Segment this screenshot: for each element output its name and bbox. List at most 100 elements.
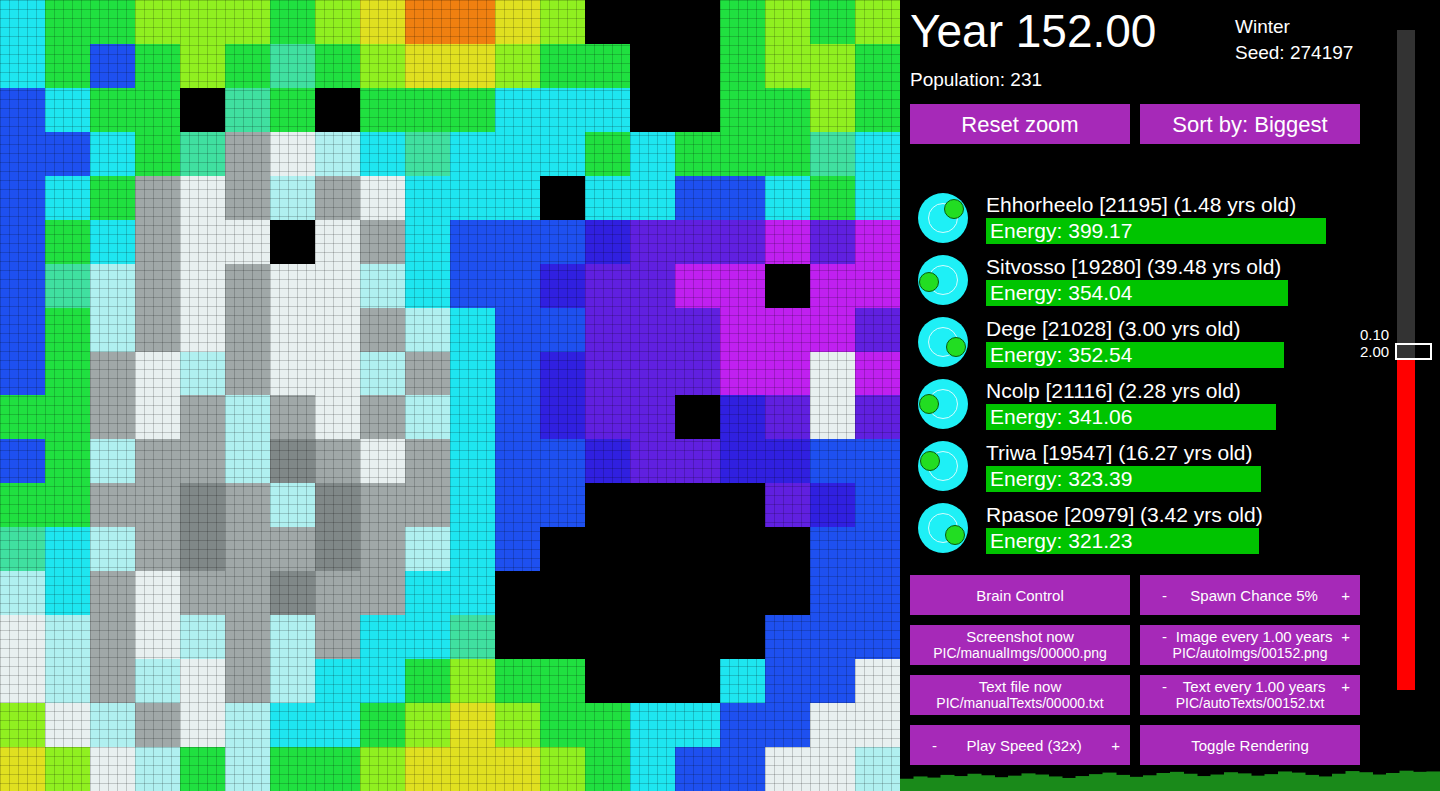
energy-track: Energy: 323.39 <box>986 466 1331 492</box>
energy-track: Energy: 352.54 <box>986 342 1331 368</box>
map-tile <box>630 439 675 483</box>
map-tile <box>225 439 270 483</box>
map-tile <box>180 88 225 132</box>
map-tile <box>315 0 360 44</box>
energy-text: Energy: 399.17 <box>986 218 1331 244</box>
map-tile <box>450 44 495 88</box>
map-tile <box>720 308 765 352</box>
energy-text: Energy: 323.39 <box>986 466 1331 492</box>
map-tile <box>45 88 90 132</box>
map-tile <box>90 220 135 264</box>
map-row <box>0 747 900 791</box>
map-tile <box>135 747 180 791</box>
map-tile <box>315 220 360 264</box>
control-button[interactable]: Screenshot nowPIC/manualImgs/00000.png <box>910 625 1130 665</box>
creature-row[interactable]: Dege [21028] (3.00 yrs old)Energy: 352.5… <box>918 311 1360 373</box>
map-tile <box>495 703 540 747</box>
control-button[interactable]: Text file nowPIC/manualTexts/00000.txt <box>910 675 1130 715</box>
map-tile <box>315 703 360 747</box>
map-tile <box>270 132 315 176</box>
creature-row[interactable]: Rpasoe [20979] (3.42 yrs old)Energy: 321… <box>918 497 1360 559</box>
map-tile <box>180 264 225 308</box>
map-row <box>0 527 900 571</box>
map-tile <box>315 44 360 88</box>
creature-row[interactable]: Ncolp [21116] (2.28 yrs old)Energy: 341.… <box>918 373 1360 435</box>
map-tile <box>180 659 225 703</box>
increase-button[interactable]: + <box>1111 737 1124 754</box>
map-tile <box>450 527 495 571</box>
control-button[interactable]: Brain Control <box>910 575 1130 615</box>
population-label: Population: 231 <box>910 69 1360 91</box>
map-tile <box>675 44 720 88</box>
map-tile <box>135 527 180 571</box>
seed-label: Seed: 274197 <box>1235 39 1353 67</box>
map-tile <box>225 176 270 220</box>
top-button[interactable]: Sort by: Biggest <box>1140 104 1360 144</box>
map-tile <box>450 220 495 264</box>
slider-label: 2.00 <box>1360 343 1389 360</box>
map-tile <box>45 352 90 396</box>
map-tile <box>405 264 450 308</box>
decrease-button[interactable]: - <box>916 737 937 754</box>
creature-row[interactable]: Ehhorheelo [21195] (1.48 yrs old)Energy:… <box>918 187 1360 249</box>
map-tile <box>0 659 45 703</box>
control-button[interactable]: -Text every 1.00 years+PIC/autoTexts/001… <box>1140 675 1360 715</box>
creature-mouth-icon <box>919 394 939 414</box>
map-tile <box>225 220 270 264</box>
map-tile <box>135 176 180 220</box>
speed-slider[interactable]: 0.102.00 <box>1360 0 1440 768</box>
control-button[interactable]: -Spawn Chance 5%+ <box>1140 575 1360 615</box>
map-tile <box>675 747 720 791</box>
creature-row[interactable]: Sitvosso [19280] (39.48 yrs old)Energy: … <box>918 249 1360 311</box>
map-tile <box>315 308 360 352</box>
map-tile <box>810 308 855 352</box>
map-tile <box>90 0 135 44</box>
map-tile <box>135 615 180 659</box>
map-tile <box>45 615 90 659</box>
map-tile <box>0 88 45 132</box>
map-tile <box>180 132 225 176</box>
map-row <box>0 703 900 747</box>
map-tile <box>675 264 720 308</box>
energy-text: Energy: 352.54 <box>986 342 1331 368</box>
slider-marker <box>1395 343 1432 360</box>
increase-button[interactable]: + <box>1341 628 1354 645</box>
control-button[interactable]: -Play Speed (32x)+ <box>910 725 1130 765</box>
map-tile <box>90 659 135 703</box>
decrease-button[interactable]: - <box>1146 587 1167 604</box>
map-tile <box>405 615 450 659</box>
map-tile <box>495 308 540 352</box>
control-button[interactable]: -Image every 1.00 years+PIC/autoImgs/001… <box>1140 625 1360 665</box>
decrease-button[interactable]: - <box>1146 628 1167 645</box>
map-tile <box>675 527 720 571</box>
world-map[interactable] <box>0 0 900 791</box>
energy-text: Energy: 354.04 <box>986 280 1331 306</box>
map-tile <box>90 352 135 396</box>
increase-button[interactable]: + <box>1341 587 1354 604</box>
map-tile <box>495 220 540 264</box>
map-tile <box>675 132 720 176</box>
map-tile <box>585 615 630 659</box>
top-button[interactable]: Reset zoom <box>910 104 1130 144</box>
control-button[interactable]: Toggle Rendering <box>1140 725 1360 765</box>
map-tile <box>585 264 630 308</box>
map-tile <box>270 176 315 220</box>
map-tile <box>540 44 585 88</box>
map-tile <box>765 703 810 747</box>
creature-row[interactable]: Triwa [19547] (16.27 yrs old)Energy: 323… <box>918 435 1360 497</box>
map-tile <box>585 395 630 439</box>
increase-button[interactable]: + <box>1341 678 1354 695</box>
map-tile <box>225 352 270 396</box>
map-tile <box>225 659 270 703</box>
map-tile <box>405 88 450 132</box>
map-tile <box>45 571 90 615</box>
map-tile <box>180 527 225 571</box>
map-tile <box>270 659 315 703</box>
decrease-button[interactable]: - <box>1146 678 1167 695</box>
map-tile <box>45 308 90 352</box>
map-tile <box>405 220 450 264</box>
map-tile <box>765 659 810 703</box>
control-sublabel: PIC/autoImgs/00152.png <box>1146 645 1354 662</box>
map-tile <box>720 703 765 747</box>
energy-track: Energy: 399.17 <box>986 218 1331 244</box>
